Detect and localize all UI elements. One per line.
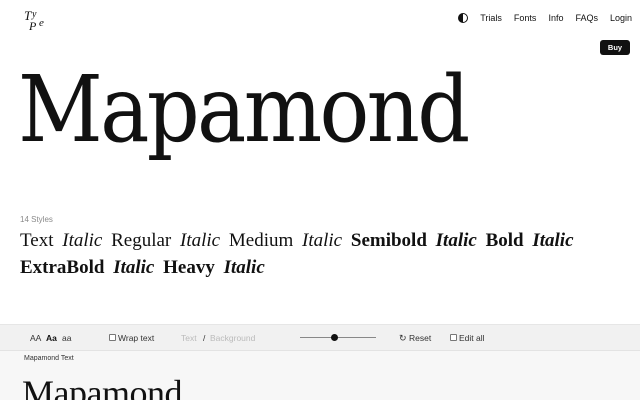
style-medium[interactable]: Medium [229, 230, 293, 251]
logo-mark-icon: T y P e [24, 8, 44, 33]
style-extrabold[interactable]: ExtraBold [20, 257, 104, 278]
nav-info[interactable]: Info [548, 13, 563, 23]
specimen-panel: Mapamond Text Mapamond [0, 350, 640, 400]
nav-login[interactable]: Login [610, 13, 632, 23]
specimen-toolbar: AA Aa aa Wrap text Text / Background ↻ R… [0, 324, 640, 350]
background-color-input[interactable]: Background [210, 333, 255, 343]
nav-fonts[interactable]: Fonts [514, 13, 537, 23]
style-bold[interactable]: Bold [486, 230, 524, 251]
svg-text:e: e [39, 17, 44, 29]
style-regular-italic[interactable]: Italic [180, 230, 220, 251]
wrap-text-label[interactable]: Wrap text [118, 333, 154, 343]
wrap-text-checkbox[interactable] [109, 334, 116, 341]
case-upper-button[interactable]: AA [30, 333, 41, 343]
font-title: Mapamond [18, 56, 470, 163]
svg-text:P: P [28, 19, 37, 33]
styles-list-line-2: ExtraBold Italic Heavy Italic [20, 257, 269, 279]
styles-count: 14 Styles [20, 215, 53, 224]
style-text[interactable]: Text [20, 230, 54, 251]
contrast-icon[interactable] [458, 13, 469, 23]
nav-trials[interactable]: Trials [480, 13, 502, 23]
edit-all-checkbox[interactable] [450, 334, 457, 341]
buy-button[interactable]: Buy [600, 40, 630, 55]
style-extrabold-italic[interactable]: Italic [113, 257, 154, 278]
style-heavy[interactable]: Heavy [163, 257, 215, 278]
reset-icon[interactable]: ↻ [399, 333, 408, 343]
nav-faqs[interactable]: FAQs [575, 13, 598, 23]
specimen-text[interactable]: Mapamond [22, 375, 182, 400]
style-semibold[interactable]: Semibold [351, 230, 427, 251]
text-color-input[interactable]: Text [181, 333, 197, 343]
size-slider-thumb[interactable] [331, 334, 338, 341]
top-nav: Trials Fonts Info FAQs Login [458, 13, 632, 23]
color-separator: / [203, 333, 206, 343]
style-heavy-italic[interactable]: Italic [224, 257, 265, 278]
case-title-button[interactable]: Aa [46, 333, 57, 343]
edit-all-label[interactable]: Edit all [459, 333, 485, 343]
styles-list-line-1: Text Italic Regular Italic Medium Italic… [20, 230, 578, 252]
specimen-style-label: Mapamond Text [24, 355, 74, 362]
case-lower-button[interactable]: aa [62, 333, 71, 343]
style-semibold-italic[interactable]: Italic [436, 230, 477, 251]
style-bold-italic[interactable]: Italic [532, 230, 573, 251]
style-regular[interactable]: Regular [111, 230, 171, 251]
style-medium-italic[interactable]: Italic [302, 230, 342, 251]
reset-button[interactable]: Reset [409, 333, 431, 343]
size-slider-track[interactable] [300, 337, 376, 338]
type-logo[interactable]: T y P e [22, 6, 54, 34]
style-text-italic[interactable]: Italic [62, 230, 102, 251]
